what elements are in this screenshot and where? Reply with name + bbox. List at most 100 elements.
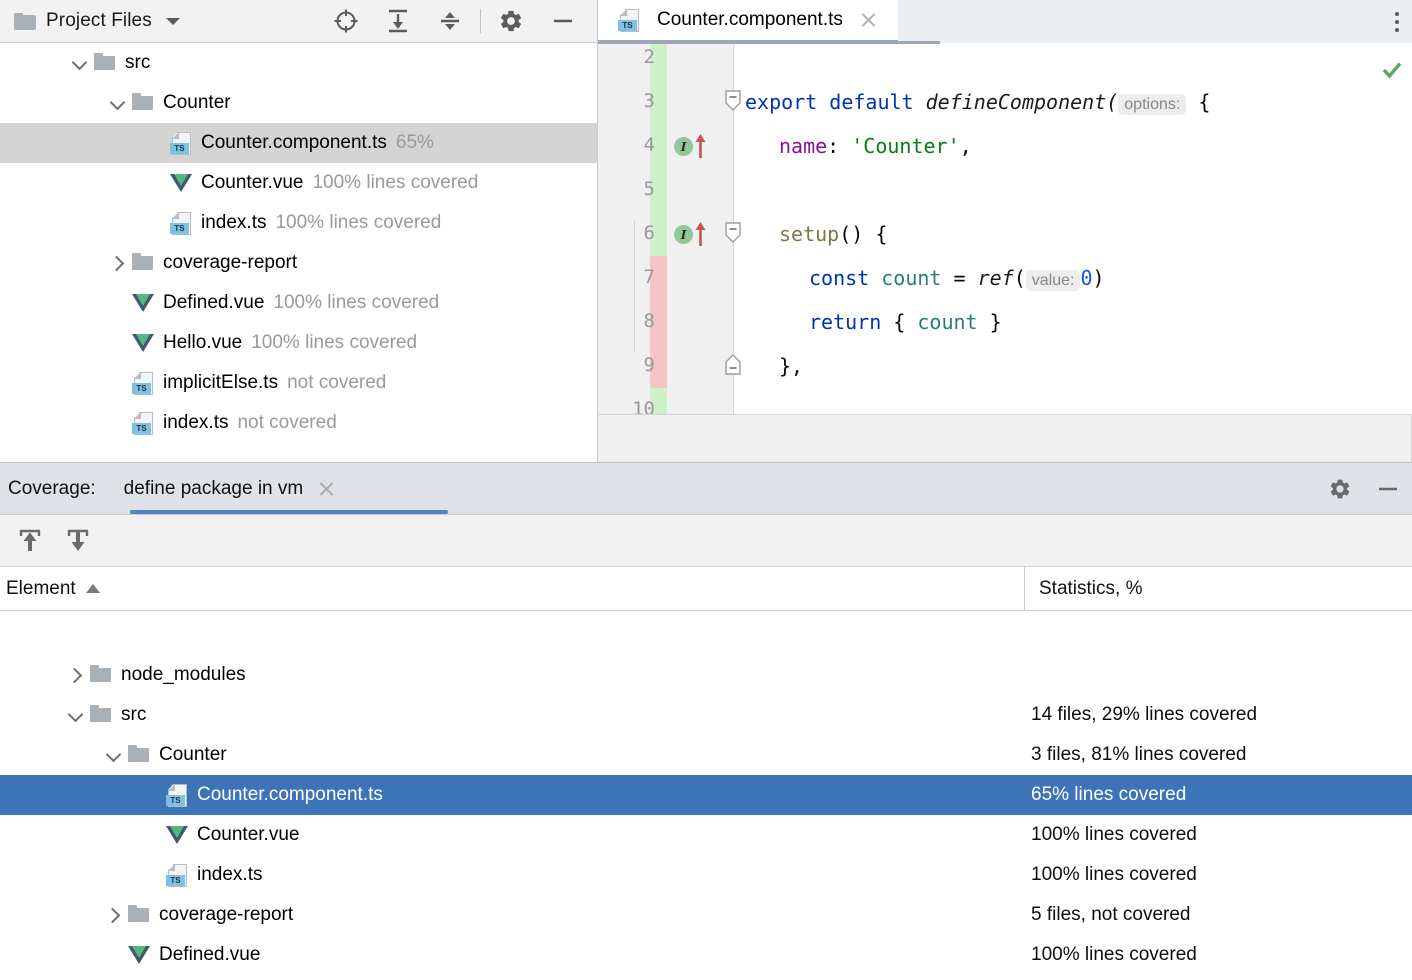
chevron-right-icon[interactable] [104,905,124,925]
code-line-3[interactable]: export default defineComponent(options: … [735,80,1210,124]
coverage-row-element[interactable]: coverage-report [0,895,1025,935]
coverage-suite-tab-label: define package in vm [124,478,304,500]
coverage-table-body[interactable]: node_modulessrc 14 files, 29% lines cover… [0,655,1412,980]
tree-spacer [104,945,124,965]
code-line-7[interactable]: const count = ref(value:0) [735,256,1105,300]
checkmark-ok-icon[interactable] [1381,59,1403,81]
project-tree-item[interactable]: Counter.vue100% lines covered [0,163,597,203]
export-coverage-icon[interactable] [6,517,54,565]
tree-spacer [142,825,162,845]
coverage-table-row[interactable]: Counter.vue 100% lines covered [0,815,1412,855]
coverage-table-row[interactable]: TSCounter.component.ts 65% lines covered [0,775,1412,815]
chevron-down-icon[interactable] [104,745,124,765]
project-tree-item-label: implicitElse.ts [163,372,278,394]
line-number: 6 [615,222,655,244]
project-tree-item[interactable]: TSCounter.component.ts65% [0,123,597,163]
project-tree-item[interactable]: Counter [0,83,597,123]
editor-gutter[interactable]: 234I56I78910 [598,44,734,414]
coverage-row-element[interactable]: TSCounter.component.ts [0,775,1025,815]
chevron-down-icon[interactable] [108,93,128,113]
project-tree-item[interactable]: Hello.vue100% lines covered [0,323,597,363]
tree-spacer [146,173,166,193]
implementation-marker-icon[interactable]: I [674,133,712,159]
coverage-row-element[interactable]: Hello.vue [0,975,1025,980]
coverage-row-element-label: Defined.vue [159,944,260,966]
locate-target-icon[interactable] [320,0,372,43]
coverage-table-row[interactable]: TSindex.ts 100% lines covered [0,855,1412,895]
coverage-table-row[interactable]: coverage-report5 files, not covered [0,895,1412,935]
column-header-element[interactable]: Element [0,567,1025,611]
project-tree-item[interactable]: TSimplicitElse.tsnot covered [0,363,597,403]
coverage-header-label: Coverage: [8,478,96,500]
folder-icon [88,703,114,727]
code-line-9[interactable]: }, [735,344,803,388]
collapse-all-icon[interactable] [424,0,476,43]
vue-file-icon [168,171,194,195]
chevron-right-icon[interactable] [66,665,86,685]
column-header-statistics[interactable]: Statistics, % [1025,567,1412,611]
coverage-row-statistics: 14 files, 29% lines covered [1025,695,1412,735]
coverage-row-element[interactable]: Defined.vue [0,935,1025,975]
tree-spacer [146,213,166,233]
project-tree-item[interactable]: coverage-report [0,243,597,283]
coverage-table-row[interactable]: src 14 files, 29% lines covered [0,695,1412,735]
close-icon[interactable] [859,11,877,29]
coverage-table-row[interactable]: Hello.vue100% lines covered [0,975,1412,980]
line-number: 9 [615,354,655,376]
coverage-row-element[interactable]: src [0,695,1025,735]
folder-icon [126,743,152,767]
coverage-row-element[interactable]: node_modules [0,655,1025,695]
coverage-toolbar [0,515,1412,567]
coverage-row-statistics: 100% lines covered [1025,815,1412,855]
project-tree-item-coverage: 100% lines covered [251,332,417,354]
gear-icon[interactable] [485,0,537,43]
chevron-down-icon[interactable] [166,18,180,25]
coverage-row-element[interactable]: TSindex.ts [0,855,1025,895]
more-options-icon[interactable] [1388,4,1406,40]
coverage-table-row[interactable]: Counter 3 files, 81% lines covered [0,735,1412,775]
minimize-icon[interactable] [537,0,589,43]
chevron-right-icon[interactable] [108,253,128,273]
import-coverage-icon[interactable] [54,517,102,565]
coverage-suite-tab[interactable]: define package in vm [118,463,342,515]
sort-ascending-icon[interactable] [86,584,100,593]
project-panel-toolbar: Project Files [0,0,597,43]
chevron-down-icon[interactable] [66,705,86,725]
coverage-row-statistics: 5 files, not covered [1025,895,1412,935]
close-icon[interactable] [317,480,335,498]
code-line-4[interactable]: name: 'Counter', [735,124,972,168]
vue-file-icon [126,943,152,967]
chevron-down-icon[interactable] [70,53,90,73]
top-region: Project Files [0,0,1412,462]
expand-all-icon[interactable] [372,0,424,43]
coverage-row-statistics-label: 100% lines covered [1031,824,1197,846]
project-tree-item[interactable]: TSindex.tsnot covered [0,403,597,443]
implementation-marker-icon[interactable]: I [674,221,712,247]
project-file-tree[interactable]: srcCounterTSCounter.component.ts65%Count… [0,43,597,462]
line-number: 2 [615,46,655,68]
coverage-table-row[interactable]: node_modules [0,655,1412,695]
project-tree-item[interactable]: TSindex.ts100% lines covered [0,203,597,243]
project-tree-item[interactable]: Defined.vue100% lines covered [0,283,597,323]
code-line-8[interactable]: return { count } [735,300,1002,344]
code-line-6[interactable]: setup() { [735,212,887,256]
coverage-row-statistics-label: 100% lines covered [1031,864,1197,886]
vue-file-icon [130,331,156,355]
project-toolbar-icon-group [320,0,589,43]
project-tree-item[interactable]: src [0,43,597,83]
coverage-row-element[interactable]: Counter [0,735,1025,775]
coverage-row-statistics-label: 65% lines covered [1031,784,1186,806]
coverage-row-element[interactable]: Counter.vue [0,815,1025,855]
gear-icon[interactable] [1316,465,1364,513]
coverage-table-row[interactable]: Defined.vue100% lines covered [0,935,1412,975]
editor-tab-bar: TS Counter.component.ts [598,0,1412,43]
coverage-row-statistics-label: 3 files, 81% lines covered [1031,744,1246,766]
code-editor-area[interactable]: 234I56I78910 export default defineCompon… [598,44,1412,462]
code-content[interactable]: export default defineComponent(options: … [735,44,1412,462]
coverage-tool-window: Coverage: define package in vm [0,462,1412,980]
editor-tab-counter-component-ts[interactable]: TS Counter.component.ts [598,0,898,43]
ts-file-icon: TS [130,371,156,395]
coverage-row-element-label: src [121,704,146,726]
minimize-icon[interactable] [1364,465,1412,513]
coverage-row-element-label: index.ts [197,864,262,886]
